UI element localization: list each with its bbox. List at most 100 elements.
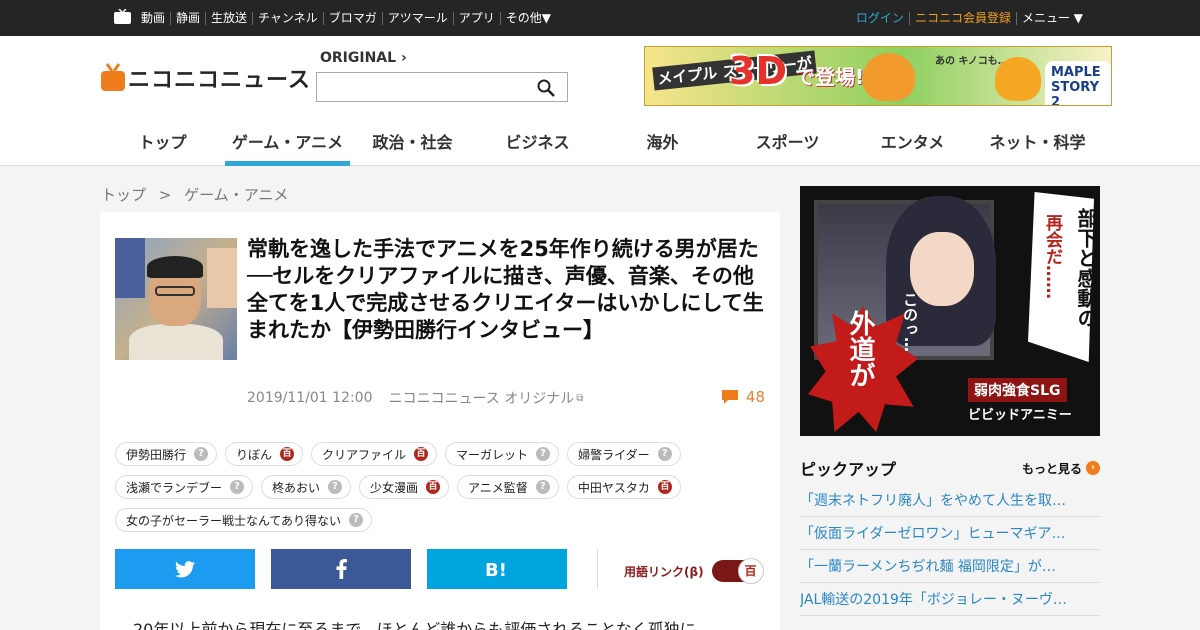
pickup-item[interactable]: 「週末ネトフリ廃人」をやめて人生を取…: [800, 484, 1100, 517]
tag-label: 柊あおい: [272, 480, 321, 495]
service-link-seiga[interactable]: 静画: [170, 11, 205, 25]
dictionary-icon[interactable]: 百: [414, 447, 429, 461]
mushroom-character-image: [995, 57, 1041, 101]
tab-top[interactable]: トップ: [100, 124, 225, 166]
tag-list: 伊勢田勝行? りぼん百 クリアファイル百 マーガレット? 婦警ライダー? 浅瀬で…: [115, 442, 765, 532]
pickup-title: ピックアップ: [800, 460, 897, 479]
banner-text-kinoko: あの キノコも…: [935, 56, 1008, 67]
service-link-channel[interactable]: チャンネル: [252, 11, 323, 25]
tag-chip[interactable]: クリアファイル百: [311, 442, 438, 466]
service-link-douga[interactable]: 動画: [136, 11, 170, 25]
article-title: 常軌を逸した手法でアニメを25年作り続ける男が居た──セルをクリアファイルに描き…: [247, 237, 764, 342]
hatena-bookmark-button[interactable]: B!: [427, 549, 567, 589]
question-icon[interactable]: ?: [657, 447, 672, 461]
tab-sports[interactable]: スポーツ: [725, 124, 850, 166]
sidebar-game-ad[interactable]: 部下と感動の 再会だ…… 外道が このっ… 弱肉強食SLG ビビッドアニミー: [800, 186, 1100, 436]
tag-chip[interactable]: 女の子がセーラー戦士なんてあり得ない?: [115, 508, 373, 532]
mushroom-character-image: [863, 53, 915, 101]
dictionary-icon[interactable]: 百: [657, 480, 672, 494]
article-meta: 2019/11/01 12:00 ニコニコニュース オリジナル ⧉: [247, 388, 583, 408]
login-link[interactable]: ログイン: [851, 11, 909, 25]
tag-chip[interactable]: 浅瀬でランデブー?: [115, 475, 254, 499]
breadcrumb-game-anime[interactable]: ゲーム・アニメ: [184, 186, 288, 204]
tag-chip[interactable]: 少女漫画百: [359, 475, 450, 499]
facebook-share-button[interactable]: [271, 549, 411, 589]
tag-label: マーガレット: [456, 447, 529, 462]
niconico-logo-icon: [101, 63, 125, 91]
question-icon[interactable]: ?: [349, 513, 364, 527]
tag-chip[interactable]: 婦警ライダー?: [567, 442, 681, 466]
pickup-item[interactable]: 「仮面ライダーゼロワン」ヒューマギア…: [800, 517, 1100, 550]
tab-net-science[interactable]: ネット・科学: [975, 124, 1100, 166]
search-icon[interactable]: [537, 79, 555, 97]
niconico-tv-icon[interactable]: [114, 9, 131, 24]
pickup-list: 「週末ネトフリ廃人」をやめて人生を取… 「仮面ライダーゼロワン」ヒューマギア… …: [800, 484, 1100, 616]
twitter-share-button[interactable]: [115, 549, 255, 589]
tag-label: 婦警ライダー: [578, 447, 650, 462]
banner-text-toujou: で登場!: [795, 65, 865, 89]
dictionary-icon[interactable]: 百: [280, 447, 295, 461]
banner-text-3d: 3D: [729, 49, 787, 93]
menu-dropdown[interactable]: メニュー ▼: [1015, 11, 1088, 25]
question-icon[interactable]: ?: [536, 447, 551, 461]
site-logo[interactable]: ニコニコニュース: [100, 62, 311, 94]
question-icon[interactable]: ?: [230, 480, 245, 494]
service-links: 動画 静画 生放送 チャンネル ブロマガ アツマール アプリ その他▼: [136, 0, 556, 36]
pickup-header: ピックアップ もっと見る ›: [800, 456, 1100, 480]
tag-label: 浅瀬でランデブー: [126, 480, 223, 495]
pickup-item[interactable]: JAL輸送の2019年「ボジョレー・ヌーヴ…: [800, 583, 1100, 616]
ad-genre-label: 弱肉強食SLG: [968, 378, 1067, 402]
term-link-toggle[interactable]: 百: [711, 558, 764, 584]
tag-chip[interactable]: 柊あおい?: [261, 475, 352, 499]
facebook-icon: [336, 559, 347, 579]
person-glasses: [155, 286, 195, 296]
tag-label: クリアファイル: [322, 447, 407, 462]
search-input[interactable]: [317, 73, 527, 101]
tag-chip[interactable]: マーガレット?: [445, 442, 560, 466]
tag-chip[interactable]: 中田ヤスタカ百: [566, 475, 681, 499]
tag-label: 少女漫画: [370, 480, 419, 495]
original-link[interactable]: ORIGINAL ›: [320, 50, 407, 66]
breadcrumb-top[interactable]: トップ: [101, 186, 146, 204]
chevron-right-icon: ›: [1086, 461, 1100, 475]
dictionary-icon[interactable]: 百: [426, 480, 441, 494]
service-link-app[interactable]: アプリ: [452, 11, 500, 25]
article-source-link[interactable]: ニコニコニュース オリジナル: [389, 388, 575, 408]
ad-brand-logo: ビビッドアニミー: [968, 408, 1072, 423]
question-icon[interactable]: ?: [535, 480, 550, 494]
service-link-atsumaru[interactable]: アツマール: [381, 11, 453, 25]
tab-entertainment[interactable]: エンタメ: [850, 124, 975, 166]
share-divider: [597, 549, 598, 589]
comment-icon: [721, 390, 738, 404]
comment-count-link[interactable]: 48: [721, 388, 765, 406]
twitter-icon: [175, 560, 195, 577]
anime-character-image: [115, 238, 145, 298]
tag-label: アニメ監督: [468, 480, 528, 495]
comment-count: 48: [745, 388, 765, 406]
pickup-item[interactable]: 「一蘭ラーメンちぢれ麺 福岡限定」が…: [800, 550, 1100, 583]
more-link-label: もっと見る: [1021, 461, 1082, 476]
service-link-live[interactable]: 生放送: [205, 11, 252, 25]
tag-label: 女の子がセーラー戦士なんてあり得ない: [126, 513, 342, 528]
tag-chip[interactable]: アニメ監督?: [457, 475, 559, 499]
breadcrumb-separator: >: [158, 186, 172, 204]
service-link-blomaga[interactable]: ブロマガ: [322, 11, 382, 25]
register-link[interactable]: ニコニコ会員登録: [908, 11, 1016, 25]
ad-text-buka: 部下と感動の: [1074, 208, 1098, 328]
svg-text:B!: B!: [485, 560, 507, 578]
question-icon[interactable]: ?: [328, 480, 343, 494]
tab-politics[interactable]: 政治・社会: [350, 124, 475, 166]
service-link-other[interactable]: その他▼: [499, 11, 556, 25]
tag-chip[interactable]: りぼん百: [225, 442, 304, 466]
tag-label: りぼん: [236, 447, 273, 462]
maplestory-banner-ad[interactable]: メイプル ストーリーが 3D で登場! あの キノコも… MAPLE STORY…: [644, 46, 1112, 106]
question-icon[interactable]: ?: [194, 447, 209, 461]
tag-chip[interactable]: 伊勢田勝行?: [115, 442, 218, 466]
search-box: [316, 72, 568, 102]
tab-business[interactable]: ビジネス: [475, 124, 600, 166]
tab-overseas[interactable]: 海外: [600, 124, 725, 166]
person-shirt: [129, 324, 223, 360]
term-link-setting: 用語リンク(β) 百: [624, 558, 764, 584]
more-link[interactable]: もっと見る ›: [1022, 460, 1100, 477]
tab-game-anime[interactable]: ゲーム・アニメ: [225, 124, 350, 166]
